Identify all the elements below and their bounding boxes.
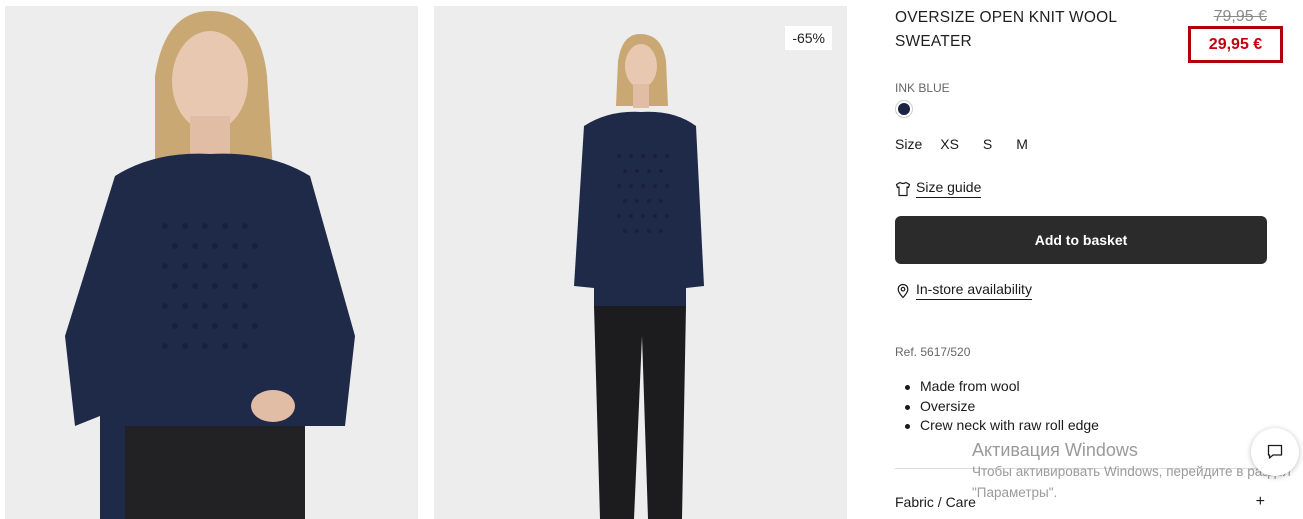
instore-availability-link[interactable]: In-store availability [895,281,1032,300]
section-divider [895,468,1267,469]
product-info-panel: OVERSIZE OPEN KNIT WOOL SWEATER 79,95 € … [895,0,1283,519]
product-photo-full-body[interactable]: -65% [434,6,847,519]
product-photo-main[interactable] [5,6,418,519]
sale-price: 29,95 € [1208,35,1263,53]
size-label: Size [895,136,923,152]
size-option-m[interactable]: M [1016,136,1028,152]
model-close-up-image [5,6,418,519]
fabric-care-label: Fabric / Care [895,494,976,510]
location-pin-icon [897,283,909,298]
sale-price-highlight: 29,95 € [1188,26,1283,63]
color-swatch-dot [898,103,910,115]
color-name: INK BLUE [895,81,950,95]
feature-list: Made from wool Oversize Crew neck with r… [905,377,1099,436]
old-price: 79,95 € [1213,8,1267,25]
color-swatch-ink-blue[interactable] [895,100,913,118]
expand-plus-icon: + [1255,493,1265,510]
tshirt-icon [895,181,911,196]
size-option-s[interactable]: S [983,136,992,152]
product-title: OVERSIZE OPEN KNIT WOOL SWEATER [895,9,1117,50]
size-selector: Size XS S M [895,136,1052,152]
feature-item: Oversize [905,397,1099,417]
size-option-xs[interactable]: XS [940,136,959,152]
discount-badge: -65% [785,26,832,50]
product-reference: Ref. 5617/520 [895,345,971,359]
size-guide-label: Size guide [916,179,982,198]
model-full-body-image [434,6,847,519]
chat-bubble-icon [1267,444,1283,459]
add-to-basket-button[interactable]: Add to basket [895,216,1267,264]
instore-availability-label: In-store availability [916,281,1032,300]
feature-item: Crew neck with raw roll edge [905,416,1099,436]
chat-button[interactable] [1251,428,1299,476]
fabric-care-accordion[interactable]: Fabric / Care + [895,493,1267,511]
feature-item: Made from wool [905,377,1099,397]
size-guide-link[interactable]: Size guide [895,179,982,198]
